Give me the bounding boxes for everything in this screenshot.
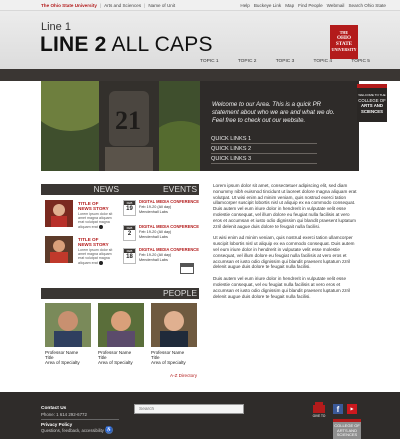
feedback-link[interactable]: Questions, feedback, accessibility bbox=[41, 428, 104, 433]
privacy-policy-link[interactable]: Privacy Policy bbox=[41, 422, 72, 427]
person-info: Professor Name Title Area of Specialty bbox=[45, 350, 91, 365]
give-label: GIVE TO bbox=[312, 414, 326, 418]
accessibility-icon[interactable]: ♿ bbox=[105, 426, 113, 434]
arts-logo-line-3: SCIENCES bbox=[361, 108, 383, 114]
news-item[interactable]: TITLE OF NEWS STORY Lorem ipsum dolor si… bbox=[45, 236, 120, 266]
footer-arts-line-3: SCIENCES bbox=[336, 432, 358, 438]
facebook-icon[interactable]: f bbox=[333, 404, 343, 414]
header-line-1: Line 1 bbox=[41, 21, 71, 33]
news-item[interactable]: TITLE OF NEWS STORY Lorem ipsum dolor si… bbox=[45, 200, 120, 230]
give-icon bbox=[313, 402, 325, 413]
header-line-2: LINE 2 ALL CAPS bbox=[40, 33, 213, 57]
search-osu-link[interactable]: Search Ohio State bbox=[348, 3, 386, 8]
header-band bbox=[0, 69, 400, 81]
person-card[interactable]: Professor Name Title Area of Specialty bbox=[151, 303, 197, 365]
footer-divider bbox=[41, 419, 119, 420]
person-card[interactable]: Professor Name Title Area of Specialty bbox=[98, 303, 144, 365]
quick-link-1[interactable]: QUICK LINKS 1 bbox=[211, 136, 317, 144]
news-title-line-2: NEWS STORY bbox=[78, 206, 109, 212]
arts-logo-line-2: ARTS AND bbox=[360, 103, 384, 109]
logo-university: UNIVERSITY bbox=[331, 47, 357, 53]
news-heading: NEWS bbox=[41, 184, 121, 195]
site-footer: Contact Us Phone: 1 614 292-6772 Privacy… bbox=[0, 392, 400, 439]
person-specialty: Area of Specialty bbox=[98, 360, 133, 365]
content-paragraph: Ut wisi enim ad minim veniam, quis nostr… bbox=[213, 235, 355, 270]
header-line-2-rest: ALL CAPS bbox=[111, 33, 213, 56]
utility-bar: The Ohio State University | Arts and Sci… bbox=[0, 0, 400, 11]
people-heading: PEOPLE bbox=[41, 288, 199, 299]
hero-image: 21 bbox=[41, 81, 200, 171]
map-link[interactable]: Map bbox=[285, 3, 294, 8]
search-input[interactable] bbox=[134, 404, 244, 414]
person-specialty: Area of Specialty bbox=[151, 360, 186, 365]
arrow-icon[interactable] bbox=[98, 224, 103, 229]
arts-sciences-logo[interactable]: WELCOME TO THE COLLEGE OF ARTS AND SCIEN… bbox=[357, 84, 387, 122]
person-photo bbox=[98, 303, 144, 347]
youtube-icon[interactable]: ▶ bbox=[347, 404, 357, 414]
topic-nav: TOPIC 1 TOPIC 2 TOPIC 3 TOPIC 4 TOPIC 5 bbox=[200, 59, 370, 64]
news-title[interactable]: TITLE OF NEWS STORY bbox=[78, 201, 109, 211]
calendar-icon[interactable] bbox=[180, 263, 194, 274]
person-specialty: Area of Specialty bbox=[45, 360, 80, 365]
az-directory-link[interactable]: A-Z Directory bbox=[170, 373, 197, 378]
event-day: 19 bbox=[126, 206, 133, 212]
svg-text:21: 21 bbox=[115, 106, 141, 135]
person-info: Professor Name Title Area of Specialty bbox=[98, 350, 144, 365]
news-summary: Lorem ipsum dolor sit amet magna aliquam… bbox=[78, 212, 116, 229]
quick-link-2[interactable]: QUICK LINKS 2 bbox=[211, 146, 317, 154]
footer-arts-sciences-logo[interactable]: COLLEGE OF ARTS AND SCIENCES bbox=[333, 419, 361, 439]
news-thumbnail bbox=[45, 236, 73, 263]
content-paragraph: Lorem ipsum dolor sit amet, consectetuer… bbox=[213, 183, 357, 229]
event-item[interactable]: FEB 19 DIGITAL MEDIA CONFERENCE Feb 19-2… bbox=[123, 199, 199, 218]
breadcrumb-university[interactable]: The Ohio State University bbox=[41, 3, 97, 8]
tab-topic-5[interactable]: TOPIC 5 bbox=[351, 59, 370, 64]
help-link[interactable]: Help bbox=[240, 3, 249, 8]
event-place: Mendenhall Labs bbox=[139, 257, 168, 262]
webmail-link[interactable]: Webmail bbox=[327, 3, 345, 8]
breadcrumb-college[interactable]: Arts and Sciences bbox=[104, 3, 141, 8]
header-line-2-bold: LINE 2 bbox=[40, 33, 107, 56]
buckeye-link[interactable]: Buckeye Link bbox=[254, 3, 281, 8]
breadcrumb: The Ohio State University | Arts and Sci… bbox=[41, 3, 175, 8]
event-date-badge: FEB 18 bbox=[123, 248, 136, 264]
utility-links: Help Buckeye Link Map Find People Webmai… bbox=[240, 3, 386, 8]
give-button[interactable]: GIVE TO bbox=[311, 402, 327, 418]
breadcrumb-separator: | bbox=[144, 3, 146, 8]
main-content: Lorem ipsum dolor sit amet, consectetuer… bbox=[213, 183, 359, 305]
person-info: Professor Name Title Area of Specialty bbox=[151, 350, 197, 365]
person-photo bbox=[151, 303, 197, 347]
tab-topic-4[interactable]: TOPIC 4 bbox=[314, 59, 333, 64]
news-title-line-2: NEWS STORY bbox=[78, 242, 109, 248]
person-card[interactable]: Professor Name Title Area of Specialty bbox=[45, 303, 91, 365]
footer-phone: Phone: 1 614 292-6772 bbox=[41, 412, 87, 417]
news-thumbnail bbox=[45, 200, 73, 227]
event-item[interactable]: FEB 2 DIGITAL MEDIA CONFERENCE Feb 19-20… bbox=[123, 224, 199, 243]
quick-link-3[interactable]: QUICK LINKS 3 bbox=[211, 156, 317, 164]
person-photo bbox=[45, 303, 91, 347]
arrow-icon[interactable] bbox=[98, 260, 103, 265]
tab-topic-3[interactable]: TOPIC 3 bbox=[276, 59, 295, 64]
news-summary: Lorem ipsum dolor sit amet magna aliquam… bbox=[78, 248, 116, 265]
event-date-badge: FEB 19 bbox=[123, 200, 136, 216]
breadcrumb-separator: | bbox=[99, 3, 102, 8]
tab-topic-1[interactable]: TOPIC 1 bbox=[200, 59, 219, 64]
tab-topic-2[interactable]: TOPIC 2 bbox=[238, 59, 257, 64]
contact-us-link[interactable]: Contact Us bbox=[41, 406, 66, 411]
hero-banner: 21 Welcome to our Area. This is a quick … bbox=[41, 81, 359, 171]
news-summary-text: Lorem ipsum dolor sit amet magna aliquam… bbox=[78, 248, 113, 265]
breadcrumb-unit[interactable]: Name of Unit bbox=[148, 3, 175, 8]
event-place: Mendenhall Labs bbox=[139, 209, 168, 214]
news-summary-text: Lorem ipsum dolor sit amet magna aliquam… bbox=[78, 212, 113, 229]
find-people-link[interactable]: Find People bbox=[298, 3, 323, 8]
events-heading: EVENTS bbox=[121, 184, 199, 195]
news-title[interactable]: TITLE OF NEWS STORY bbox=[78, 237, 109, 247]
welcome-statement: Welcome to our Area. This is a quick PR … bbox=[212, 101, 335, 124]
site-header: Line 1 LINE 2 ALL CAPS THE OHIO STATE UN… bbox=[0, 11, 400, 69]
ohio-state-logo[interactable]: THE OHIO STATE UNIVERSITY bbox=[330, 25, 358, 59]
event-date-badge: FEB 2 bbox=[123, 225, 136, 241]
event-day: 18 bbox=[126, 254, 133, 260]
content-paragraph: Duis autem vel eum iriure dolor in hendr… bbox=[213, 276, 351, 299]
event-place: Mendenhall Labs bbox=[139, 234, 168, 239]
event-day: 2 bbox=[127, 231, 132, 237]
